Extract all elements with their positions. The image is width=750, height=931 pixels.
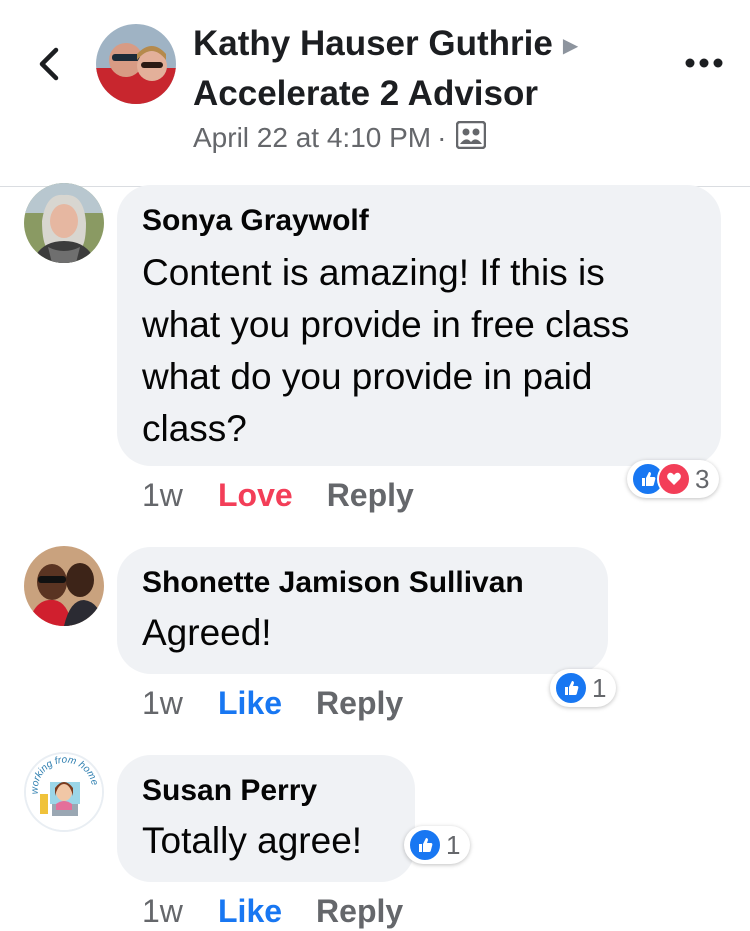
group-name[interactable]: Accelerate 2 Advisor	[193, 72, 538, 116]
meta-separator: ·	[437, 122, 447, 153]
comment-time[interactable]: 1w	[142, 891, 218, 931]
caret-right-icon: ▶	[562, 34, 579, 57]
post-author-name[interactable]: Kathy Hauser Guthrie ▶	[193, 22, 663, 68]
author-name-text[interactable]: Kathy Hauser Guthrie	[193, 24, 553, 63]
like-reaction-icon	[554, 671, 588, 705]
commenter-avatar[interactable]	[24, 183, 104, 263]
author-avatar[interactable]	[96, 24, 176, 104]
reaction-count: 1	[592, 672, 607, 703]
comment-text-line: Agreed!	[142, 612, 272, 653]
post-header: Kathy Hauser Guthrie ▶ Accelerate 2 Advis…	[0, 0, 750, 187]
comment-time[interactable]: 1w	[142, 683, 218, 723]
commenter-avatar[interactable]: working from home	[24, 752, 104, 832]
reaction-summary[interactable]: 3	[627, 460, 720, 498]
reaction-count: 3	[695, 463, 710, 494]
reply-button[interactable]: Reply	[316, 891, 403, 931]
comment-bubble[interactable]: Susan Perry Totally agree!	[117, 755, 415, 882]
love-button[interactable]: Love	[218, 475, 293, 515]
comment-bubble[interactable]: Sonya Graywolf Content is amazing! If th…	[117, 185, 721, 466]
comment-text-line: Content is amazing! If this is	[142, 252, 605, 293]
like-button[interactable]: Like	[218, 891, 282, 931]
love-reaction-icon	[657, 462, 691, 496]
commenter-name[interactable]: Shonette Jamison Sullivan	[142, 563, 524, 603]
more-dots-icon[interactable]	[684, 56, 724, 68]
like-reaction-icon	[408, 828, 442, 862]
reply-button[interactable]: Reply	[327, 475, 414, 515]
comment-bubble[interactable]: Shonette Jamison Sullivan Agreed!	[117, 547, 608, 674]
like-button[interactable]: Like	[218, 683, 282, 723]
comment-text-line: what do you provide in paid	[142, 356, 593, 397]
comment-text-line: Totally agree!	[142, 820, 363, 861]
back-chevron-icon[interactable]	[30, 42, 70, 86]
comment-text-line: class?	[142, 408, 247, 449]
comment-actions: 1w Like Reply	[142, 683, 403, 723]
commenter-avatar[interactable]	[24, 546, 104, 626]
comment-actions: 1w Love Reply	[142, 475, 414, 515]
reaction-summary[interactable]: 1	[404, 826, 471, 864]
reaction-count: 1	[446, 829, 461, 860]
comment-actions: 1w Like Reply	[142, 891, 403, 931]
commenter-name[interactable]: Susan Perry	[142, 771, 362, 811]
post-meta: April 22 at 4:10 PM ·	[193, 118, 487, 160]
comment-time[interactable]: 1w	[142, 475, 218, 515]
reaction-summary[interactable]: 1	[550, 669, 617, 707]
reply-button[interactable]: Reply	[316, 683, 403, 723]
group-audience-icon	[456, 120, 487, 160]
comment-text-line: what you provide in free class	[142, 304, 630, 345]
post-date[interactable]: April 22 at 4:10 PM	[193, 122, 431, 153]
commenter-name[interactable]: Sonya Graywolf	[142, 201, 629, 241]
